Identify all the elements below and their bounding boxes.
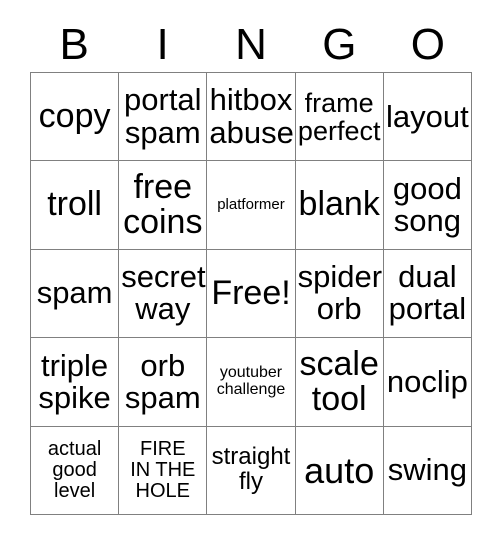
bingo-cell-label: actual good level [47,438,102,502]
bingo-cell-label: copy [38,97,111,136]
bingo-cell-r4c2[interactable]: orb spam [119,338,208,427]
bingo-cell-label: auto [304,449,375,491]
bingo-cell-label: triple spike [38,347,111,415]
bingo-cell-label: youtuber challenge [216,364,286,398]
bingo-cell-r5c1[interactable]: actual good level [31,426,120,515]
bingo-cell-r1c1[interactable]: copy [31,73,120,162]
bingo-cell-label: FIRE IN THE HOLE [130,438,196,502]
bingo-header-letter-n: N [235,20,267,69]
bingo-cell-free-space[interactable]: Free! [207,249,296,339]
bingo-header-letter-g: G [322,20,357,69]
bingo-cell-label: layout [386,98,469,134]
bingo-cell-label: spider orb [297,259,383,327]
bingo-cell-r3c5[interactable]: dual portal [383,249,472,339]
bingo-cell-label: dual portal [388,259,467,327]
bingo-cell-label: platformer [217,196,285,214]
bingo-cell-label: noclip [386,363,468,399]
bingo-cell-r4c4[interactable]: scale tool [295,338,384,427]
bingo-cell-r5c4[interactable]: auto [295,426,384,515]
bingo-cell-r3c1[interactable]: spam [31,249,120,339]
bingo-cell-label: good song [392,170,462,239]
bingo-cell-label: scale tool [299,344,379,418]
bingo-cell-r2c2[interactable]: free coins [119,161,208,250]
bingo-cell-r2c4[interactable]: blank [295,161,384,250]
bingo-cell-label: portal spam [124,82,202,150]
bingo-cell-r5c5[interactable]: swing [383,426,472,515]
bingo-cell-label: swing [387,452,468,488]
bingo-cell-label: spam [36,275,113,311]
bingo-cell-r5c2[interactable]: FIRE IN THE HOLE [119,426,208,515]
bingo-cell-label: free coins [123,167,203,242]
bingo-cell-label: frame perfect [297,87,381,146]
bingo-cell-label: hitbox abuse [209,82,294,150]
bingo-cell-label: straight fly [211,443,291,496]
bingo-cell-r4c5[interactable]: noclip [383,338,472,427]
bingo-cell-r3c4[interactable]: spider orb [295,249,384,339]
bingo-cell-r5c3[interactable]: straight fly [207,426,296,515]
bingo-cell-r4c3[interactable]: youtuber challenge [207,338,296,427]
bingo-cell-r1c4[interactable]: frame perfect [295,73,384,162]
bingo-cell-r2c3[interactable]: platformer [207,161,296,250]
free-space-label: Free! [211,273,291,312]
bingo-cell-label: blank [298,185,380,224]
bingo-cell-label: troll [47,185,102,224]
bingo-cell-r1c2[interactable]: portal spam [119,73,208,162]
bingo-cell-r2c1[interactable]: troll [31,161,120,250]
bingo-grid: copy portal spam hitbox abuse frame perf… [30,72,472,515]
bingo-header-row: B I N G O [30,18,472,72]
bingo-cell-label: secret way [121,259,206,327]
bingo-cell-r1c3[interactable]: hitbox abuse [207,73,296,162]
bingo-card: B I N G O copy portal spam hitbox abuse … [0,0,500,544]
bingo-cell-r3c2[interactable]: secret way [119,249,208,339]
bingo-cell-r4c1[interactable]: triple spike [31,338,120,427]
bingo-cell-label: orb spam [124,347,201,415]
bingo-cell-r2c5[interactable]: good song [383,161,472,250]
bingo-cell-r1c5[interactable]: layout [383,73,472,162]
bingo-header-letter-i: I [156,20,169,69]
bingo-header-letter-b: B [59,20,89,69]
bingo-header-letter-o: O [410,20,445,69]
